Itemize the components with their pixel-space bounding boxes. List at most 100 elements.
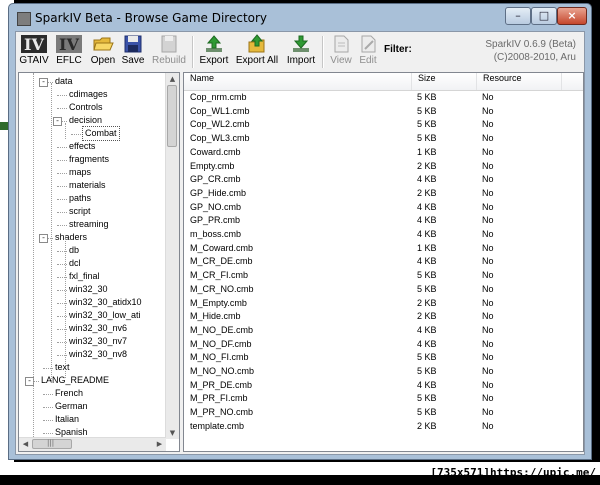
tree-node-win32-30-nv8[interactable]: win32_30_nv8: [69, 348, 127, 361]
edit-button[interactable]: Edit: [356, 34, 380, 66]
tree-connector: [43, 394, 53, 395]
tree-collapse-toggle-icon[interactable]: -: [39, 78, 48, 87]
file-list[interactable]: Name Size Resource Cop_nrm.cmb 5 KB No Cop_…: [183, 72, 584, 452]
tree-node-win32-30-nv6[interactable]: win32_30_nv6: [69, 322, 127, 335]
scroll-up-arrow-icon[interactable]: ▲: [166, 73, 179, 85]
tree-scroll-thumb[interactable]: [167, 85, 177, 147]
tree-node-decision[interactable]: decision: [69, 114, 102, 127]
tree-node-effects[interactable]: effects: [69, 140, 95, 153]
tree-node-paths[interactable]: paths: [69, 192, 91, 205]
import-arrow-icon: [290, 34, 312, 54]
file-name: M_Coward.cmb: [190, 242, 254, 253]
table-row[interactable]: M_Hide.cmb 2 KB No: [184, 310, 583, 324]
tree-node-controls[interactable]: Controls: [69, 101, 103, 114]
tree-vertical-scrollbar[interactable]: ▲ ▼: [165, 73, 179, 439]
table-row[interactable]: Empty.cmb 2 KB No: [184, 160, 583, 174]
folder-tree[interactable]: - data cdimages Controls - decision Combat effe…: [18, 72, 180, 452]
table-row[interactable]: Cop_WL1.cmb 5 KB No: [184, 105, 583, 119]
file-resource: No: [482, 105, 494, 116]
file-size: 4 KB: [417, 324, 437, 335]
close-button[interactable]: ×: [557, 7, 587, 25]
tree-node-german[interactable]: German: [55, 400, 88, 413]
tree-node-fxl-final[interactable]: fxl_final: [69, 270, 100, 283]
tree-node-win32-30[interactable]: win32_30: [69, 283, 108, 296]
export-all-button[interactable]: Export All: [234, 34, 280, 66]
export-button[interactable]: Export: [198, 34, 230, 66]
table-row[interactable]: GP_NO.cmb 4 KB No: [184, 201, 583, 215]
rebuild-button[interactable]: Rebuild: [150, 34, 188, 66]
table-row[interactable]: GP_Hide.cmb 2 KB No: [184, 187, 583, 201]
open-label: Open: [90, 55, 116, 66]
tree-collapse-toggle-icon[interactable]: -: [53, 117, 62, 126]
table-row[interactable]: M_PR_NO.cmb 5 KB No: [184, 406, 583, 420]
file-name: GP_PR.cmb: [190, 215, 241, 226]
table-row[interactable]: Coward.cmb 1 KB No: [184, 146, 583, 160]
table-row[interactable]: GP_PR.cmb 4 KB No: [184, 214, 583, 228]
minimize-button[interactable]: –: [505, 7, 531, 25]
tree-node-win32-30-low-ati[interactable]: win32_30_low_ati: [69, 309, 141, 322]
table-row[interactable]: Cop_nrm.cmb 5 KB No: [184, 91, 583, 105]
tree-node-maps[interactable]: maps: [69, 166, 91, 179]
table-row[interactable]: M_NO_NO.cmb 5 KB No: [184, 365, 583, 379]
filter-label: Filter:: [384, 44, 412, 55]
tree-node-text[interactable]: text: [55, 361, 70, 374]
tree-node-db[interactable]: db: [69, 244, 79, 257]
tree-node-data[interactable]: data: [55, 75, 73, 88]
tree-node-win32-30-nv7[interactable]: win32_30_nv7: [69, 335, 127, 348]
tree-node-fragments[interactable]: fragments: [69, 153, 109, 166]
file-resource: No: [482, 379, 494, 390]
column-header-resource[interactable]: Resource: [477, 73, 562, 90]
table-row[interactable]: M_CR_FI.cmb 5 KB No: [184, 269, 583, 283]
eflc-button[interactable]: IV EFLC: [54, 34, 84, 66]
tree-node-script[interactable]: script: [69, 205, 91, 218]
tree-connector: [43, 433, 53, 434]
table-row[interactable]: template.cmb 2 KB No: [184, 420, 583, 434]
maximize-button[interactable]: □: [531, 7, 557, 25]
save-label: Save: [121, 55, 145, 66]
file-resource: No: [482, 393, 494, 404]
table-row[interactable]: M_CR_NO.cmb 5 KB No: [184, 283, 583, 297]
file-size: 5 KB: [417, 133, 437, 144]
open-button[interactable]: Open: [88, 34, 118, 66]
tree-horizontal-scrollbar[interactable]: ◀ ||| ▶: [19, 437, 166, 451]
table-row[interactable]: M_NO_DE.cmb 4 KB No: [184, 324, 583, 338]
tree-connector: [57, 212, 67, 213]
table-row[interactable]: M_PR_FI.cmb 5 KB No: [184, 392, 583, 406]
file-size: 2 KB: [417, 297, 437, 308]
gtaiv-button[interactable]: IV GTAIV: [18, 34, 50, 66]
scroll-right-arrow-icon[interactable]: ▶: [153, 438, 166, 450]
tree-node-dcl[interactable]: dcl: [69, 257, 81, 270]
column-header-size[interactable]: Size: [412, 73, 477, 90]
file-name: GP_Hide.cmb: [190, 187, 247, 198]
table-row[interactable]: M_Coward.cmb 1 KB No: [184, 242, 583, 256]
table-row[interactable]: M_NO_DF.cmb 4 KB No: [184, 338, 583, 352]
table-row[interactable]: M_CR_DE.cmb 4 KB No: [184, 255, 583, 269]
tree-node-cdimages[interactable]: cdimages: [69, 88, 108, 101]
tree-node-combat[interactable]: Combat: [82, 126, 120, 141]
title-bar[interactable]: SparkIV Beta - Browse Game Directory – □…: [9, 4, 591, 32]
file-resource: No: [482, 119, 494, 130]
table-row[interactable]: Cop_WL3.cmb 5 KB No: [184, 132, 583, 146]
save-button[interactable]: Save: [120, 34, 146, 66]
table-row[interactable]: Cop_WL2.cmb 5 KB No: [184, 118, 583, 132]
file-name: M_NO_DE.cmb: [190, 324, 254, 335]
table-row[interactable]: M_PR_DE.cmb 4 KB No: [184, 379, 583, 393]
tree-node-materials[interactable]: materials: [69, 179, 106, 192]
view-button[interactable]: View: [328, 34, 354, 66]
table-row[interactable]: M_NO_FI.cmb 5 KB No: [184, 351, 583, 365]
tree-node-win32-30-atidx10[interactable]: win32_30_atidx10: [69, 296, 142, 309]
tree-node-italian[interactable]: Italian: [55, 413, 79, 426]
file-resource: No: [482, 229, 494, 239]
column-header-name[interactable]: Name: [184, 73, 412, 90]
import-button[interactable]: Import: [284, 34, 318, 66]
tree-node-french[interactable]: French: [55, 387, 83, 400]
tree-collapse-toggle-icon[interactable]: -: [39, 234, 48, 243]
scroll-down-arrow-icon[interactable]: ▼: [166, 427, 179, 439]
tree-node-shaders[interactable]: shaders: [55, 231, 87, 244]
scroll-left-arrow-icon[interactable]: ◀: [19, 438, 32, 450]
table-row[interactable]: M_Empty.cmb 2 KB No: [184, 297, 583, 311]
table-row[interactable]: GP_CR.cmb 4 KB No: [184, 173, 583, 187]
file-name: M_Hide.cmb: [190, 311, 241, 322]
table-row[interactable]: m_boss.cmb 4 KB No: [184, 228, 583, 242]
tree-node-streaming[interactable]: streaming: [69, 218, 109, 231]
